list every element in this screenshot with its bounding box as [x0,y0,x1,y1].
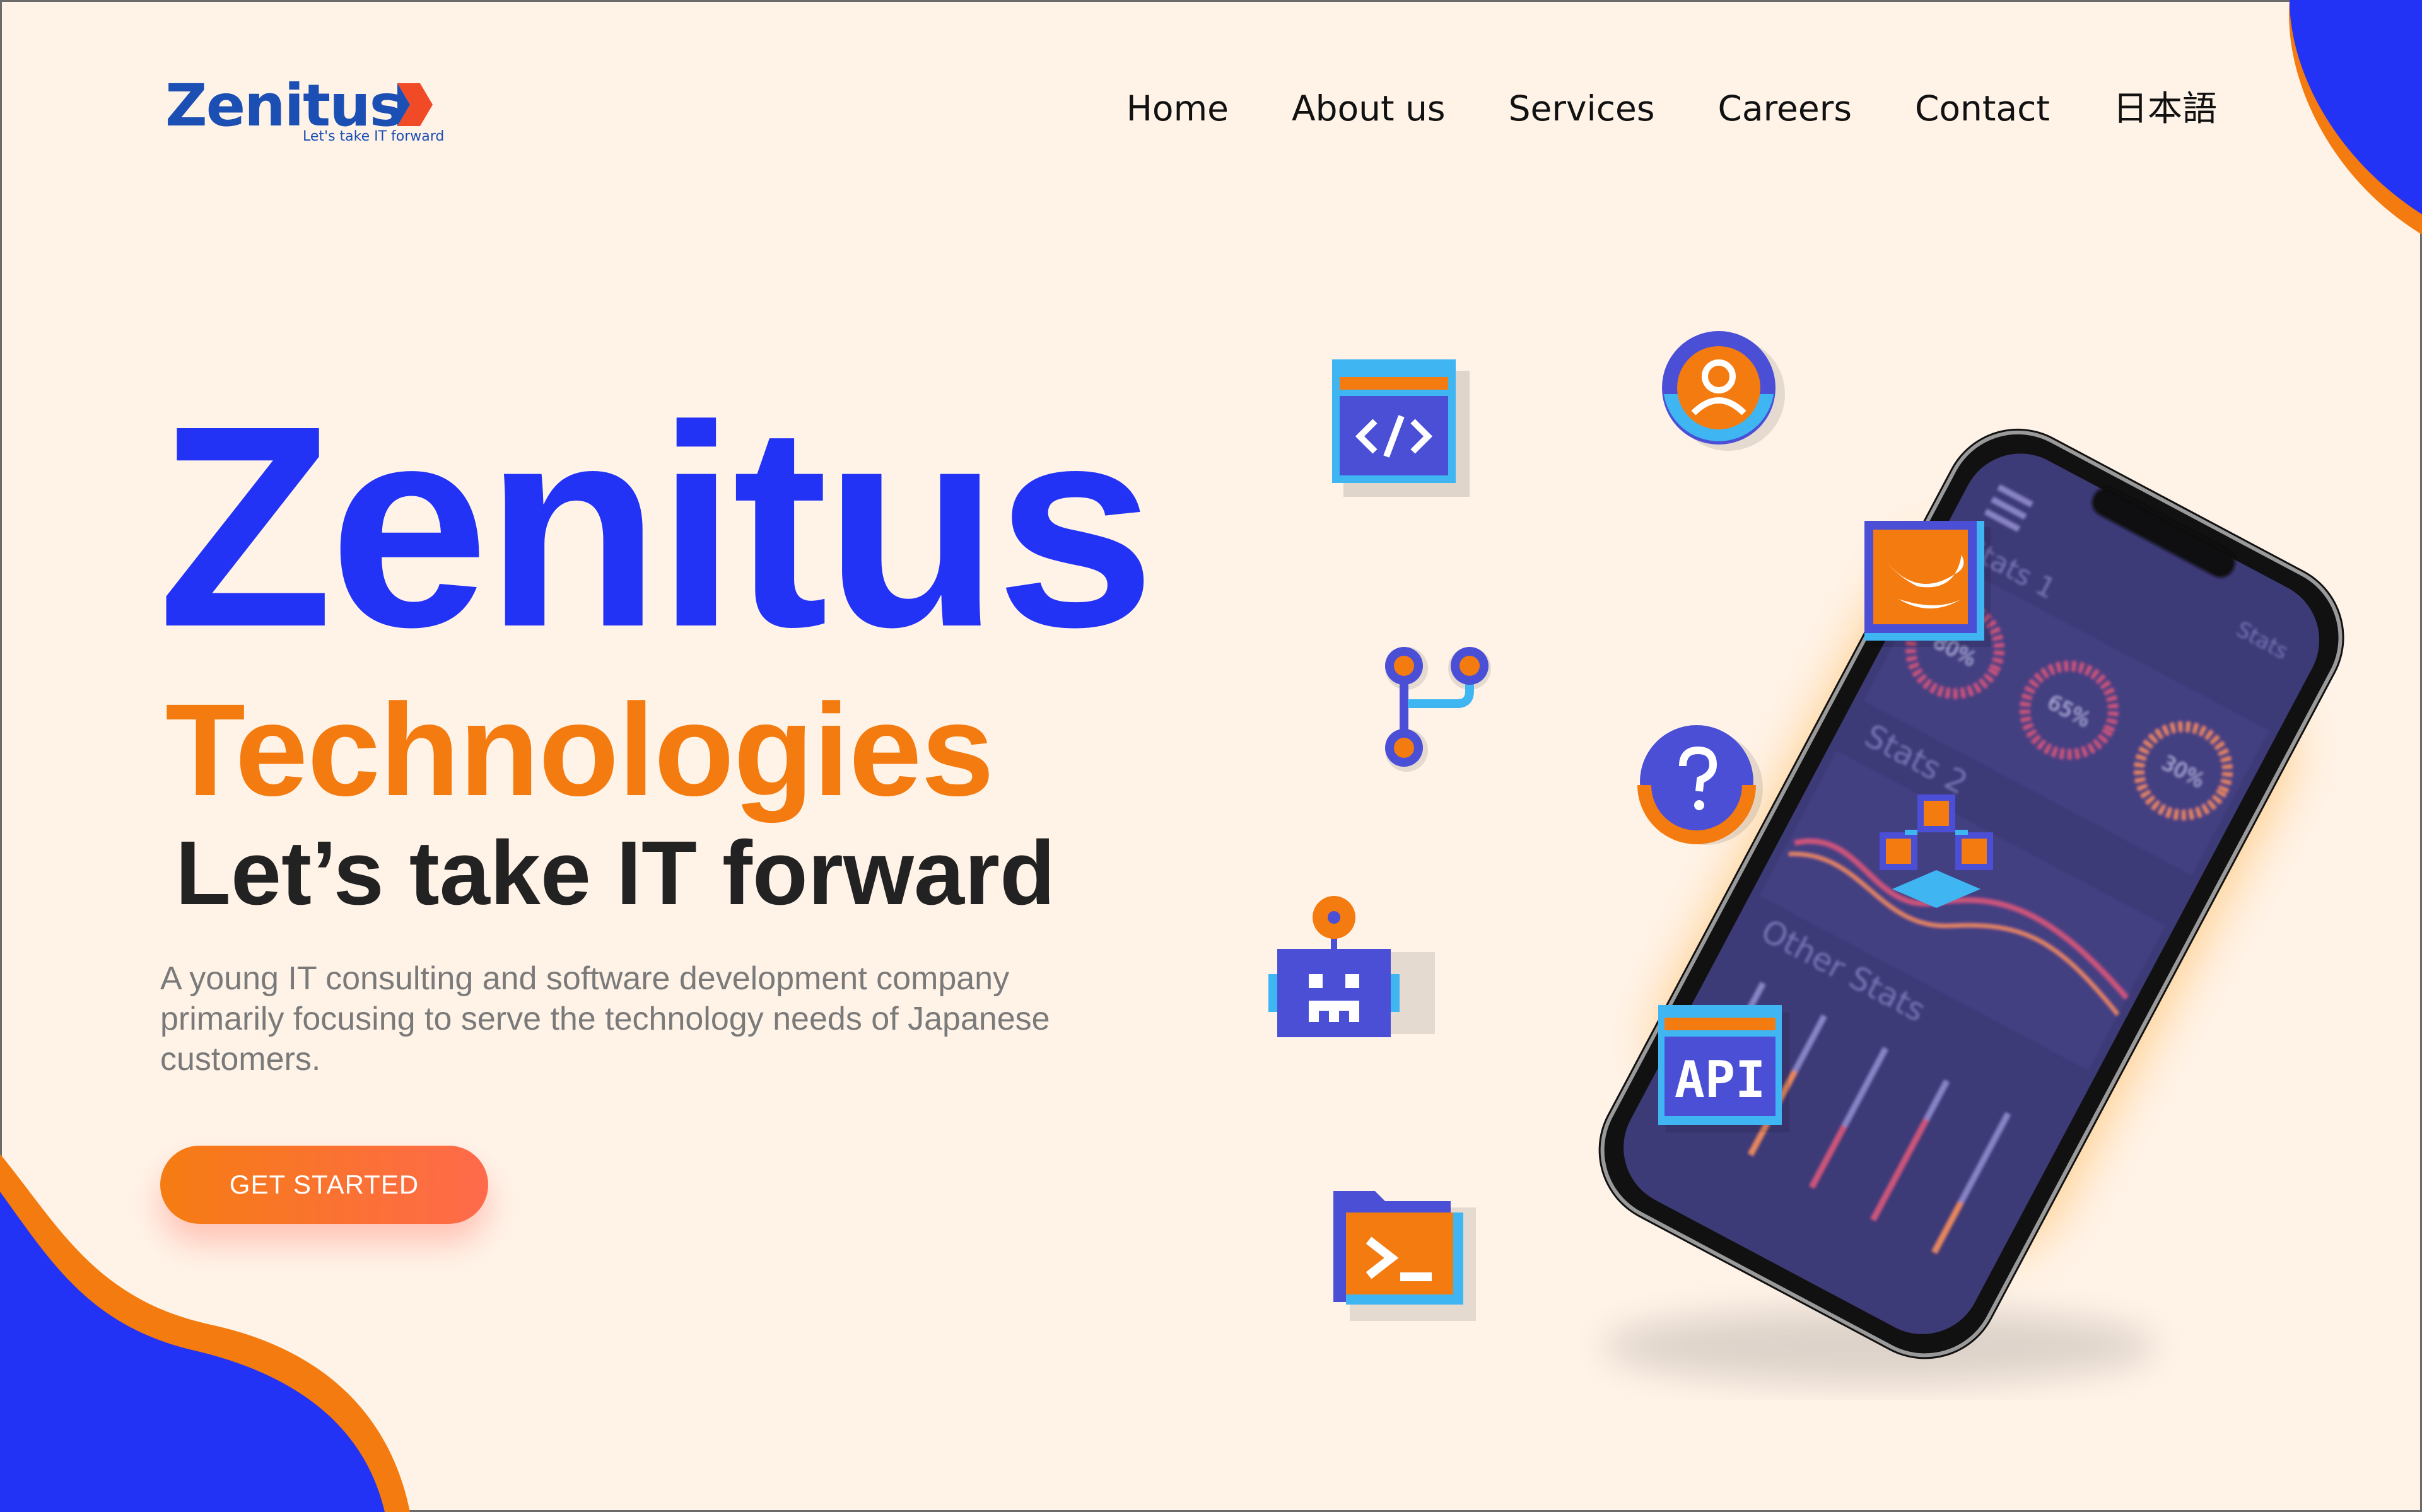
logo-wordmark: Zenitus [165,72,404,139]
user-profile-icon [1662,331,1785,451]
api-label: API [1675,1050,1766,1109]
nav-contact[interactable]: Contact [1915,83,2050,134]
code-window-icon [1332,359,1470,497]
nav-careers[interactable]: Careers [1718,83,1852,134]
hero-tagline: Let’s take IT forward [175,822,1055,924]
hero-subtitle: Technologies [165,677,994,823]
main-nav: Home About us Services Careers Contact 日… [1063,83,2217,134]
api-icon: API [1658,1005,1789,1132]
blockchain-cubes-icon [1880,794,1993,908]
terminal-folder-icon [1333,1191,1476,1321]
hero-title: Zenitus [158,366,1155,687]
brand-logo[interactable]: Zenitus Let's take IT forward [165,72,445,150]
nav-language-japanese[interactable]: 日本語 [2113,83,2217,134]
git-branch-icon [1385,647,1491,772]
logo-arrow-icon [397,83,433,126]
logo-tagline: Let's take IT forward [303,129,445,144]
robot-icon [1268,896,1435,1037]
nav-about-us[interactable]: About us [1292,83,1446,134]
help-icon [1637,725,1763,845]
swift-icon [1864,521,1991,647]
hero-description: A young IT consulting and software devel… [160,960,1050,1078]
get-started-button[interactable]: GET STARTED [160,1146,488,1224]
nav-home[interactable]: Home [1126,83,1229,134]
nav-services[interactable]: Services [1509,83,1655,134]
top-right-blob [2289,0,2422,235]
